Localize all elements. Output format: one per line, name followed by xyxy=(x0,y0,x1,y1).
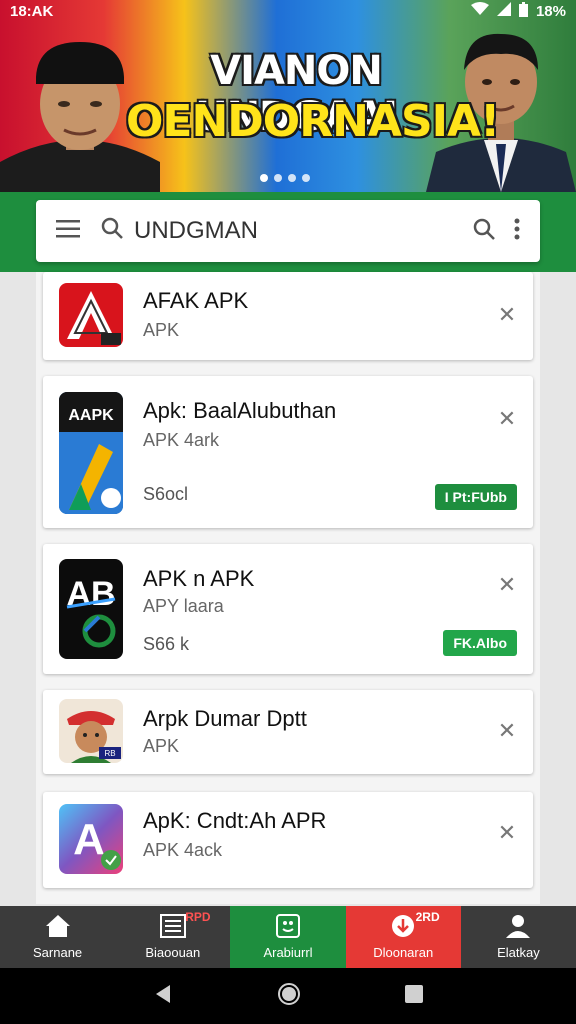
carousel-dot xyxy=(302,174,310,182)
app-icon xyxy=(59,283,123,347)
install-button[interactable]: FK.Albo xyxy=(443,630,517,656)
nav-item-home[interactable]: Sarnane xyxy=(0,906,115,968)
app-title: Apk: BaalAlubuthan xyxy=(143,398,337,423)
app-meta: S6ocl xyxy=(143,484,189,504)
carousel-dot xyxy=(274,174,282,182)
app-subtitle: APK 4ack xyxy=(143,840,223,860)
close-icon[interactable]: ✕ xyxy=(495,572,519,598)
hamburger-icon xyxy=(56,219,80,243)
svg-text:A: A xyxy=(73,815,105,864)
battery-level: 18% xyxy=(535,2,566,20)
app-meta: S66 k xyxy=(143,634,190,654)
app-title: AFAK APK xyxy=(143,288,249,313)
close-icon[interactable]: ✕ xyxy=(495,302,519,328)
nav-badge: RPD xyxy=(185,910,211,924)
search-query-text: UNDGMAN xyxy=(134,217,258,244)
app-title: Arpk Dumar Dptt xyxy=(143,706,307,731)
banner-subheadline: OENDORNASIA! xyxy=(126,96,500,147)
nav-item-profile[interactable]: Elatkay xyxy=(461,906,576,968)
nav-label: Elatkay xyxy=(497,945,540,960)
promo-banner[interactable]: 18:AK 18% VIANON UNDGAAI OENDORNASIA! xyxy=(0,0,576,192)
search-icon xyxy=(100,216,124,247)
download-icon xyxy=(390,914,416,941)
close-icon[interactable]: ✕ xyxy=(495,406,519,432)
nav-item-apps[interactable]: Arabiurrl xyxy=(230,906,346,968)
system-navigation-bar xyxy=(0,968,576,1024)
nav-badge: 2RD xyxy=(415,910,440,924)
carousel-indicator xyxy=(260,174,310,182)
app-icon: RB xyxy=(59,699,123,763)
bottom-navigation: Sarnane RPD Biaoouan Arabiurrl 2RD Dloon… xyxy=(0,906,576,968)
app-title: ApK: Cndt:Ah APR xyxy=(143,808,327,833)
list-item[interactable]: AAPK Apk: BaalAlubuthan APK 4ark S6ocl ✕… xyxy=(43,376,533,528)
nav-label: Sarnane xyxy=(33,945,83,960)
app-title: APK n APK xyxy=(143,566,255,591)
list-item[interactable]: A ApK: Cndt:Ah APR APK 4ack ✕ xyxy=(43,792,533,888)
status-bar: 18:AK 18% xyxy=(0,0,576,22)
signal-icon xyxy=(496,2,511,20)
svg-text:RB: RB xyxy=(104,749,115,758)
search-bar[interactable]: UNDGMAN xyxy=(36,200,540,262)
recents-button[interactable] xyxy=(404,984,424,1009)
carousel-dot xyxy=(288,174,296,182)
carousel-dot xyxy=(260,174,268,182)
list-item[interactable]: AB APK n APK APY laara S66 k ✕ FK.Albo xyxy=(43,544,533,674)
app-icon: AAPK xyxy=(59,392,123,514)
menu-button[interactable] xyxy=(36,200,100,262)
overflow-menu-icon[interactable] xyxy=(514,218,520,245)
close-icon[interactable]: ✕ xyxy=(495,718,519,744)
nav-label: Biaoouan xyxy=(145,945,201,960)
close-icon[interactable]: ✕ xyxy=(495,820,519,846)
app-icon: A xyxy=(59,804,123,874)
nav-label: Arabiurrl xyxy=(263,945,313,960)
app-icon xyxy=(275,914,301,941)
home-button[interactable] xyxy=(277,982,301,1011)
app-subtitle: APY laara xyxy=(143,596,224,616)
battery-icon xyxy=(518,1,528,21)
app-subtitle: APK 4ark xyxy=(143,430,220,450)
list-icon xyxy=(159,914,186,941)
search-input[interactable]: UNDGMAN xyxy=(100,216,472,247)
list-item[interactable]: RB Arpk Dumar Dptt APK ✕ xyxy=(43,690,533,774)
back-button[interactable] xyxy=(152,983,174,1010)
profile-icon xyxy=(505,914,531,941)
svg-text:AAPK: AAPK xyxy=(68,407,114,424)
status-time: 18:AK xyxy=(10,2,54,20)
list-item[interactable]: AFAK APK APK ✕ xyxy=(43,272,533,360)
nav-item-list[interactable]: RPD Biaoouan xyxy=(115,906,230,968)
nav-label: Dloonaran xyxy=(373,945,434,960)
search-button[interactable] xyxy=(472,217,496,246)
home-icon xyxy=(45,914,71,941)
app-subtitle: APK xyxy=(143,736,180,756)
wifi-icon xyxy=(470,2,489,20)
app-subtitle: APK xyxy=(143,320,180,340)
app-icon: AB xyxy=(59,559,123,659)
install-button[interactable]: I Pt:FUbb xyxy=(434,484,517,510)
nav-item-download[interactable]: 2RD Dloonaran xyxy=(345,906,461,968)
